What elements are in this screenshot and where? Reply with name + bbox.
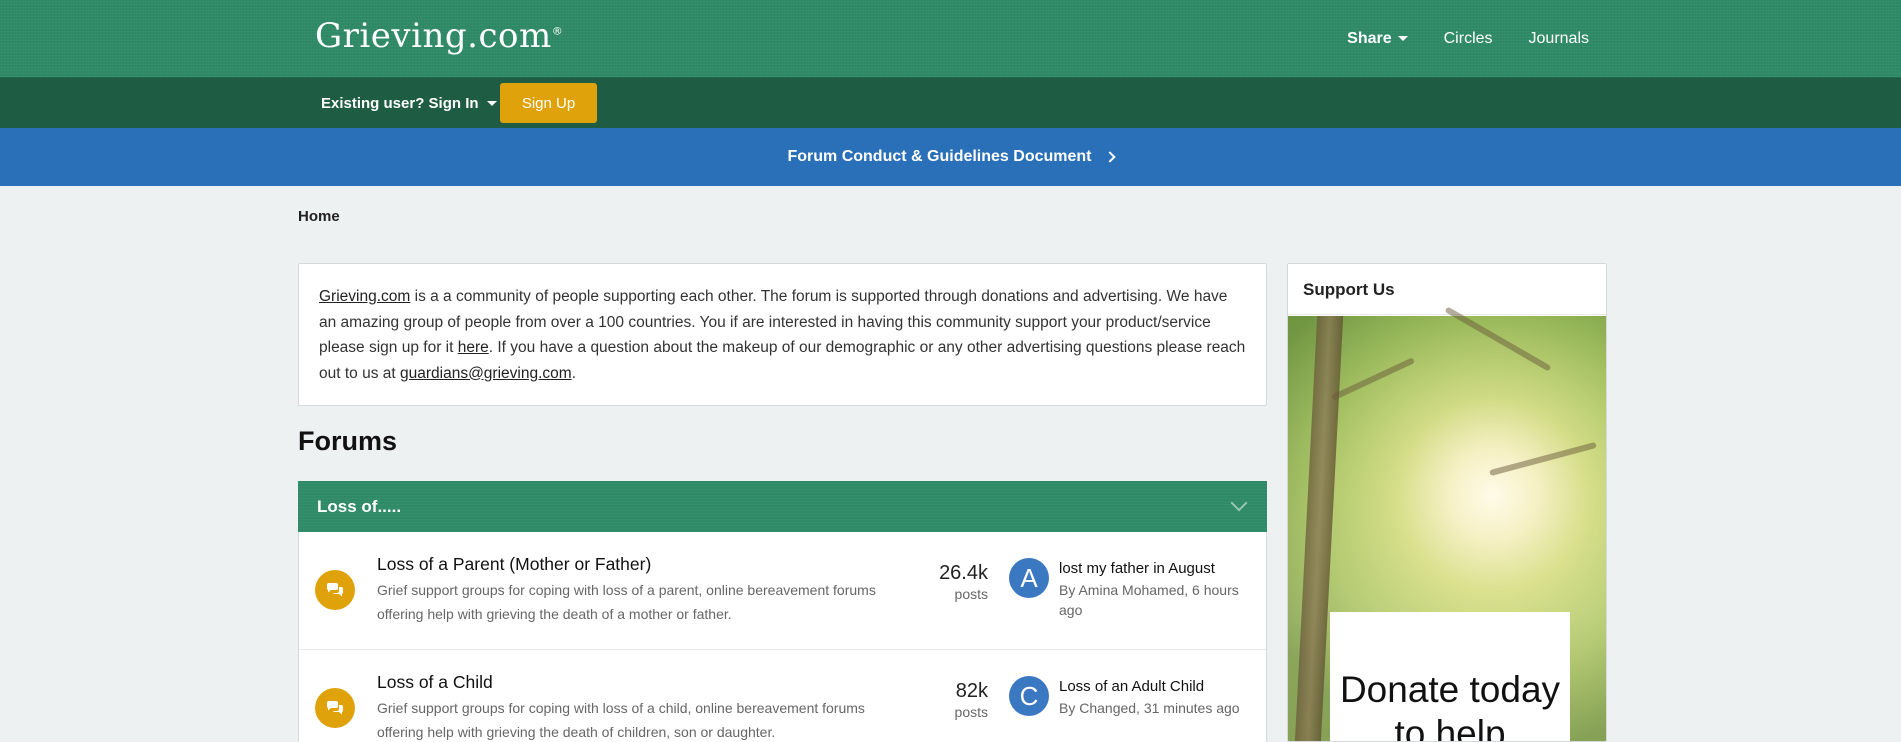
forum-description: Grief support groups for coping with los…	[377, 582, 876, 622]
category-header[interactable]: Loss of.....	[298, 481, 1267, 532]
forum-row: Loss of a Parent (Mother or Father) Grie…	[299, 532, 1266, 650]
last-post-title[interactable]: lost my father in August	[1059, 560, 1249, 577]
branch-decoration	[1330, 357, 1416, 401]
post-count: 82k posts	[955, 680, 988, 720]
forum-title[interactable]: Loss of a Child	[377, 672, 493, 693]
breadcrumb: Home	[298, 208, 340, 225]
logo-registered-mark: ®	[551, 24, 564, 38]
support-widget: Support Us Donate today to help	[1287, 263, 1607, 742]
site-header: Grieving.com® Share Circles Journals	[0, 0, 1901, 78]
avatar[interactable]: A	[1009, 558, 1049, 598]
breadcrumb-home[interactable]: Home	[298, 208, 340, 225]
chevron-down-icon[interactable]	[1230, 494, 1248, 512]
intro-box: Grieving.com is a a community of people …	[298, 263, 1267, 406]
forum-description: Grief support groups for coping with los…	[377, 700, 865, 740]
nav-share[interactable]: Share	[1347, 30, 1408, 48]
branch-decoration	[1489, 441, 1597, 477]
signin-label: Existing user? Sign In	[321, 94, 479, 112]
page-title: Forums	[298, 426, 398, 456]
signin-dropdown[interactable]: Existing user? Sign In	[321, 78, 497, 128]
top-nav: Share Circles Journals	[1347, 0, 1589, 78]
nav-journals[interactable]: Journals	[1529, 30, 1589, 48]
branch-decoration	[1444, 306, 1552, 372]
last-post: lost my father in August By Amina Mohame…	[1059, 560, 1249, 620]
signup-button[interactable]: Sign Up	[500, 83, 597, 123]
forum-list: Loss of a Parent (Mother or Father) Grie…	[298, 532, 1267, 742]
post-count-label: posts	[954, 586, 988, 602]
post-count-number: 26.4k	[939, 562, 988, 584]
last-post-meta: By Changed, 31 minutes ago	[1059, 700, 1240, 716]
caret-down-icon	[1397, 36, 1408, 42]
forum-title[interactable]: Loss of a Parent (Mother or Father)	[377, 554, 651, 575]
post-count-number: 82k	[955, 680, 988, 702]
guidelines-banner[interactable]: Forum Conduct & Guidelines Document	[0, 128, 1901, 186]
chevron-right-icon	[1103, 151, 1116, 163]
here-link[interactable]: here	[458, 339, 489, 356]
post-count: 26.4k posts	[939, 562, 988, 602]
avatar[interactable]: C	[1009, 676, 1049, 716]
site-logo[interactable]: Grieving.com®	[315, 16, 563, 56]
site-link[interactable]: Grieving.com	[319, 288, 410, 305]
user-bar: Existing user? Sign In Sign Up	[0, 78, 1901, 128]
last-post-meta: By Amina Mohamed, 6 hours ago	[1059, 582, 1239, 618]
donate-text: Donate today to help	[1330, 612, 1570, 741]
last-post: Loss of an Adult Child By Changed, 31 mi…	[1059, 678, 1249, 718]
chat-bubbles-icon	[315, 688, 355, 728]
donate-banner[interactable]: Donate today to help	[1288, 306, 1606, 741]
forum-row: Loss of a Child Grief support groups for…	[299, 650, 1266, 742]
chat-bubbles-icon	[315, 570, 355, 610]
logo-text: Grieving.com	[315, 16, 552, 56]
category-title: Loss of.....	[317, 496, 402, 516]
guidelines-link: Forum Conduct & Guidelines Document	[787, 148, 1092, 165]
email-link[interactable]: guardians@grieving.com	[400, 365, 572, 382]
post-count-label: posts	[954, 704, 988, 720]
nav-circles[interactable]: Circles	[1444, 30, 1493, 48]
last-post-title[interactable]: Loss of an Adult Child	[1059, 678, 1249, 695]
nav-share-label: Share	[1347, 30, 1392, 47]
intro-text-3: .	[571, 364, 576, 382]
caret-down-icon	[486, 100, 497, 106]
